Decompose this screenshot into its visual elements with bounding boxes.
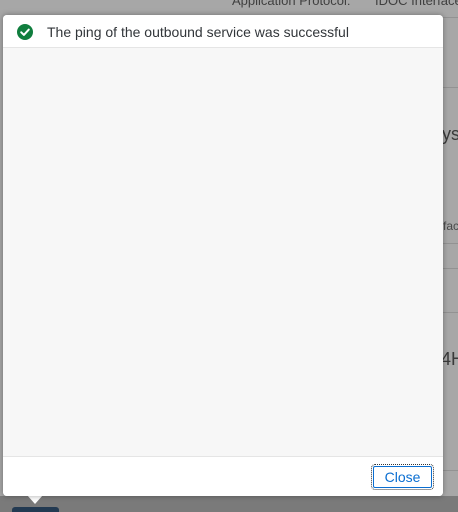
application-protocol-value: IDOC Interface bbox=[375, 0, 458, 8]
dialog-footer: Close bbox=[3, 456, 443, 496]
dialog-content bbox=[3, 48, 443, 455]
toolbar-button[interactable] bbox=[12, 507, 59, 512]
message-dialog: The ping of the outbound service was suc… bbox=[3, 15, 443, 496]
divider bbox=[443, 243, 458, 244]
dialog-header: The ping of the outbound service was suc… bbox=[3, 15, 443, 48]
divider bbox=[443, 268, 458, 269]
field-text-fragment: fac bbox=[443, 219, 458, 233]
footer-toolbar bbox=[0, 496, 458, 512]
divider bbox=[443, 312, 458, 313]
divider bbox=[443, 87, 458, 88]
section-heading-fragment: 4H bbox=[441, 349, 458, 369]
popover-arrow bbox=[27, 495, 43, 504]
dialog-title: The ping of the outbound service was suc… bbox=[47, 24, 349, 40]
check-circle-icon bbox=[17, 24, 33, 40]
close-button[interactable]: Close bbox=[371, 464, 434, 490]
divider bbox=[443, 17, 458, 18]
section-heading-fragment: yst bbox=[442, 124, 458, 144]
application-protocol-label: Application Protocol: bbox=[232, 0, 351, 8]
divider bbox=[443, 470, 458, 471]
